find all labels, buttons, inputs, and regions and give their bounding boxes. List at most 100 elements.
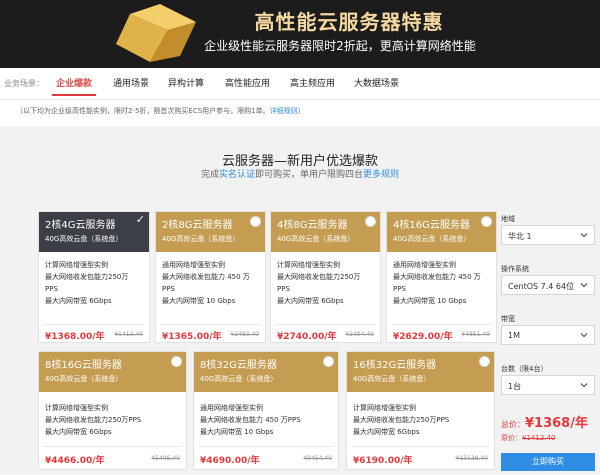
notice-close: ） [297,107,305,115]
os-value: CentOS 7.4 64位 [508,282,575,291]
card-name: 4核16G云服务器 [393,220,470,231]
os-label: 操作系统 [501,265,529,273]
tab-high-performance[interactable]: 高性能应用 [225,76,270,89]
card-feature: 计算网络增强型实例 [45,261,108,269]
count-value: 1台 [508,382,522,391]
card-header: 4核8G云服务器 40G高效云盘（系统盘） [271,212,380,252]
card-features: 计算网络增强型实例 最大网络收发包能力250万 PPS 最大内网带宽 6Gbps [277,259,376,307]
card-price: ¥4466.00/年 [45,456,105,466]
card-feature: PPS [393,285,406,293]
card-features: 计算网络增强型实例 最大网络收发包能力250万PPS 最大内网带宽 6Gbps [353,402,490,438]
total-value: ¥1368/年 [525,416,588,431]
card-feature: 最大网络收发包能力250万PPS [45,416,142,424]
card-original-price: ¥2483.40 [230,331,259,338]
radio-unchecked-icon [365,216,376,227]
card-feature: 最大内网带宽 6Gbps [353,428,420,436]
card-features: 通用网络增强型实例 最大网络收发包能力 450 万PPS 最大内网带宽 10 G… [200,402,334,438]
notice-body: （以下均为企业级高性能实例，限时2-5折，限首次购买ECS用户参与，限购1单。 [16,107,270,115]
radio-unchecked-icon [171,356,182,367]
real-name-auth-link[interactable]: 实名认证 [219,170,255,180]
card-feature: 通用网络增强型实例 [200,404,263,412]
card-feature: 最大网络收发包能力 450 万 [162,273,250,281]
card-divider [160,324,261,325]
card-feature: 最大内网带宽 6Gbps [45,428,112,436]
more-rules-link[interactable]: 更多规则 [363,170,399,180]
card-header: 8核32G云服务器 40G高效云盘（系统盘） [194,352,338,392]
region-select[interactable]: 华北 1 [501,225,595,245]
card-feature: PPS [45,285,58,293]
radio-unchecked-icon [481,216,492,227]
card-original-price: ¥13138.40 [455,455,488,462]
bandwidth-select[interactable]: 1M [501,325,595,345]
chevron-down-icon [580,233,588,238]
os-select[interactable]: CentOS 7.4 64位 [501,275,595,295]
card-feature: 最大内网带宽 6Gbps [45,297,112,305]
card-feature: PPS [162,285,175,293]
check-icon: ✓ [135,213,145,226]
total-price: 总价：¥1368/年 [501,412,588,431]
card-feature: 最大内网带宽 10 Gbps [200,428,274,436]
tab-high-frequency[interactable]: 高主频应用 [290,76,335,89]
product-card-16c32g[interactable]: 16核32G云服务器 40G高效云盘（系统盘） 计算网络增强型实例 最大网络收发… [346,351,495,470]
tab-big-data[interactable]: 大数据场景 [354,76,399,89]
card-name: 8核32G云服务器 [200,360,277,371]
card-disk: 40G高效云盘（系统盘） [45,375,123,383]
product-card-4c16g[interactable]: 4核16G云服务器 40G高效云盘（系统盘） 通用网络增强型实例 最大网络收发包… [386,211,497,343]
section-sub-pre: 完成 [200,170,219,180]
scene-label: 业务场景： [4,79,44,88]
card-features: 通用网络增强型实例 最大网络收发包能力 450 万 PPS 最大内网带宽 10 … [393,259,492,307]
product-card-8c32g[interactable]: 8核32G云服务器 40G高效云盘（系统盘） 通用网络增强型实例 最大网络收发包… [193,351,339,470]
card-disk: 40G高效云盘（系统盘） [277,235,355,243]
banner-subtitle: 企业级性能云服务器限时2折起，更高计算网络性能 [204,39,476,53]
card-disk: 40G高效云盘（系统盘） [393,235,471,243]
scene-tabs: 业务场景： 企业爆款 通用场景 异构计算 高性能应用 高主频应用 大数据场景 [0,68,600,100]
card-price: ¥1368.00/年 [45,332,105,342]
count-select[interactable]: 1台 [501,375,595,395]
tab-enterprise-hot[interactable]: 企业爆款 [51,76,97,96]
card-price: ¥1365.00/年 [162,332,222,342]
card-feature: 最大网络收发包能力 450 万 [393,273,481,281]
card-features: 计算网络增强型实例 最大网络收发包能力250万PPS 最大内网带宽 6Gbps [45,402,182,438]
region-value: 华北 1 [508,232,532,241]
promo-banner: 高性能云服务器特惠 企业级性能云服务器限时2折起，更高计算网络性能 [0,0,600,68]
tab-general[interactable]: 通用场景 [113,76,149,89]
card-divider [275,324,376,325]
gold-cube-decoration-icon [116,4,196,62]
radio-unchecked-icon [250,216,261,227]
card-divider [43,324,145,325]
card-feature: 最大网络收发包能力250万 [45,273,129,281]
product-card-8c16g[interactable]: 8核16G云服务器 40G高效云盘（系统盘） 计算网络增强型实例 最大网络收发包… [38,351,187,470]
card-name: 4核8G云服务器 [277,220,348,231]
card-name: 8核16G云服务器 [45,360,122,371]
buy-now-button[interactable]: 立即购买 [501,453,595,471]
card-features: 计算网络增强型实例 最大网络收发包能力250万 PPS 最大内网带宽 6Gbps [45,259,145,307]
count-label: 台数（限4台） [501,365,548,373]
card-original-price: ¥4851.40 [461,331,490,338]
card-disk: 40G高效云盘（系统盘） [162,235,240,243]
bandwidth-value: 1M [508,331,520,340]
card-original-price: ¥1412.40 [114,331,143,338]
card-feature: 最大网络收发包能力250万PPS [353,416,450,424]
card-price: ¥4690.00/年 [200,456,260,466]
product-card-4c8g[interactable]: 4核8G云服务器 40G高效云盘（系统盘） 计算网络增强型实例 最大网络收发包能… [270,211,381,343]
rules-link[interactable]: 详细规则 [270,107,298,115]
chevron-down-icon [580,333,588,338]
card-price: ¥2740.00/年 [277,332,337,342]
card-header: 16核32G云服务器 40G高效云盘（系统盘） [347,352,494,392]
card-original-price: ¥2404.40 [345,331,374,338]
card-feature: 最大内网带宽 10 Gbps [162,297,236,305]
product-card-2c4g[interactable]: 2核4G云服务器 40G高效云盘（系统盘） ✓ 计算网络增强型实例 最大网络收发… [38,211,150,343]
card-price: ¥6190.00/年 [353,456,413,466]
card-feature: 计算网络增强型实例 [45,404,108,412]
section-subtitle: 完成实名认证即可购买，单用户限购四台更多规则 [0,167,600,180]
radio-unchecked-icon [479,356,490,367]
tab-heterogeneous[interactable]: 异构计算 [168,76,204,89]
chevron-down-icon [580,283,588,288]
card-feature: 通用网络增强型实例 [393,261,456,269]
product-card-2c8g[interactable]: 2核8G云服务器 40G高效云盘（系统盘） 通用网络增强型实例 最大网络收发包能… [155,211,266,343]
notice-text: （以下均为企业级高性能实例，限时2-5折，限首次购买ECS用户参与，限购1单。详… [16,106,305,116]
total-orig-value: ¥1412.40 [522,434,556,442]
banner-title: 高性能云服务器特惠 [254,10,444,34]
radio-unchecked-icon [323,356,334,367]
card-name: 2核8G云服务器 [162,220,233,231]
